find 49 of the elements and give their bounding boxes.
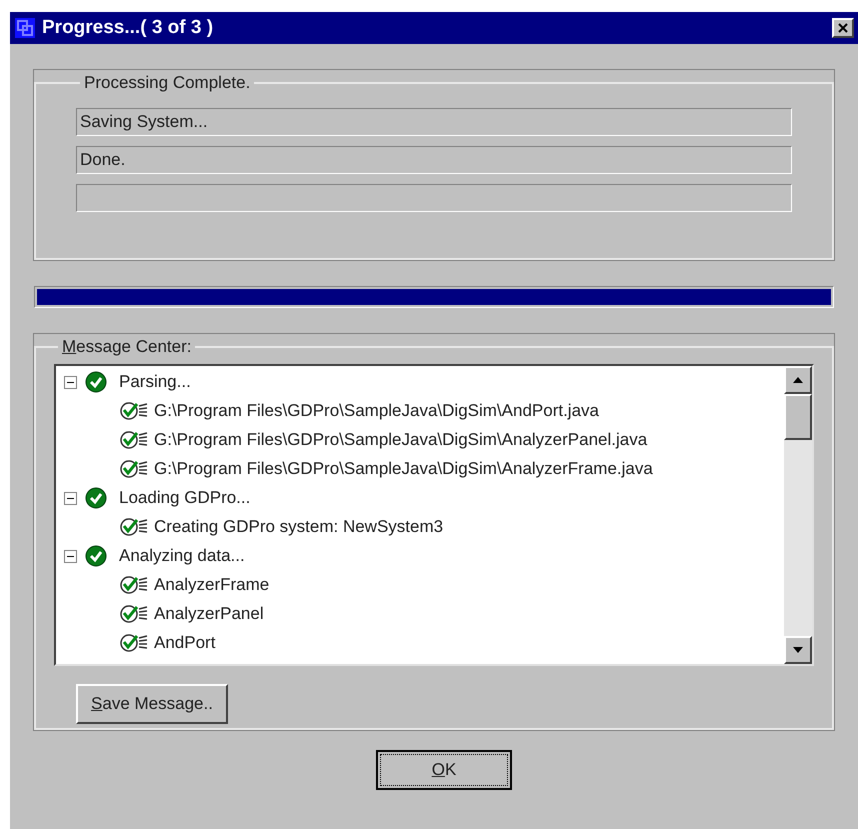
tree-item-label: Loading GDPro... (119, 487, 250, 510)
tree-item[interactable]: Loading GDPro... (64, 484, 784, 512)
tree-item[interactable]: G:\Program Files\GDPro\SampleJava\DigSim\AndPort.java (64, 396, 784, 426)
app-icon (14, 17, 36, 39)
scroll-down-button[interactable] (784, 636, 812, 664)
down-arrow-icon (793, 646, 803, 652)
close-button[interactable] (832, 18, 854, 38)
collapse-icon[interactable] (64, 492, 77, 504)
ok-button[interactable]: OK (376, 750, 512, 790)
tree-item[interactable]: Analyzing data... (64, 542, 784, 570)
group-label: Processing Complete. (83, 72, 252, 94)
close-icon (838, 23, 848, 33)
up-arrow-icon (793, 376, 803, 382)
check-circle-icon (120, 517, 150, 537)
status-field: Done. (76, 146, 792, 174)
tree-item[interactable]: Parsing... (64, 368, 784, 396)
check-circle-icon (120, 430, 150, 450)
check-circle-icon (85, 545, 107, 567)
tree-item-label: Parsing... (119, 371, 191, 394)
tree-item-label: G:\Program Files\GDPro\SampleJava\DigSim\AnalyzerPanel.java (154, 429, 648, 452)
scrollbar[interactable] (784, 366, 812, 664)
group-label: Message Center: (61, 336, 192, 358)
tree-item-label: AnalyzerPanel (154, 603, 264, 626)
tree-item[interactable]: AnalyzerPanel (64, 600, 784, 628)
tree-item-label: Analyzing data... (119, 545, 245, 568)
tree-item-label: AnalyzerFrame (154, 574, 270, 596)
tree-item[interactable]: G:\Program Files\GDPro\SampleJava\DigSim\AnalyzerFrame.java (64, 454, 784, 484)
tree-item[interactable]: Creating GDPro system: NewSystem3 (64, 512, 784, 542)
collapse-icon[interactable] (64, 376, 77, 388)
check-circle-icon (120, 633, 150, 653)
tree-item[interactable]: AndPort (64, 628, 784, 658)
status-field: Saving System... (76, 108, 792, 136)
check-circle-icon (120, 401, 150, 421)
save-message-button[interactable]: Save Message.. (76, 684, 228, 724)
window-title: Progress...( 3 of 3 ) (42, 16, 214, 40)
tree-item-label: G:\Program Files\GDPro\SampleJava\DigSim\AndPort.java (154, 400, 599, 422)
check-circle-icon (85, 371, 107, 393)
check-circle-icon (120, 575, 150, 595)
check-circle-icon (120, 604, 150, 624)
tree-item[interactable]: AnalyzerFrame (64, 570, 784, 600)
collapse-icon[interactable] (64, 550, 77, 562)
scroll-up-button[interactable] (784, 366, 812, 394)
tree-item-label: Creating GDPro system: NewSystem3 (154, 516, 444, 538)
check-circle-icon (120, 459, 150, 479)
tree-item[interactable]: G:\Program Files\GDPro\SampleJava\DigSim\AnalyzerPanel.java (64, 426, 784, 454)
scroll-thumb[interactable] (784, 394, 812, 440)
tree-item-label: G:\Program Files\GDPro\SampleJava\DigSim\AnalyzerFrame.java (154, 458, 653, 480)
check-circle-icon (85, 487, 107, 509)
tree-item-label: AndPort (154, 632, 216, 654)
